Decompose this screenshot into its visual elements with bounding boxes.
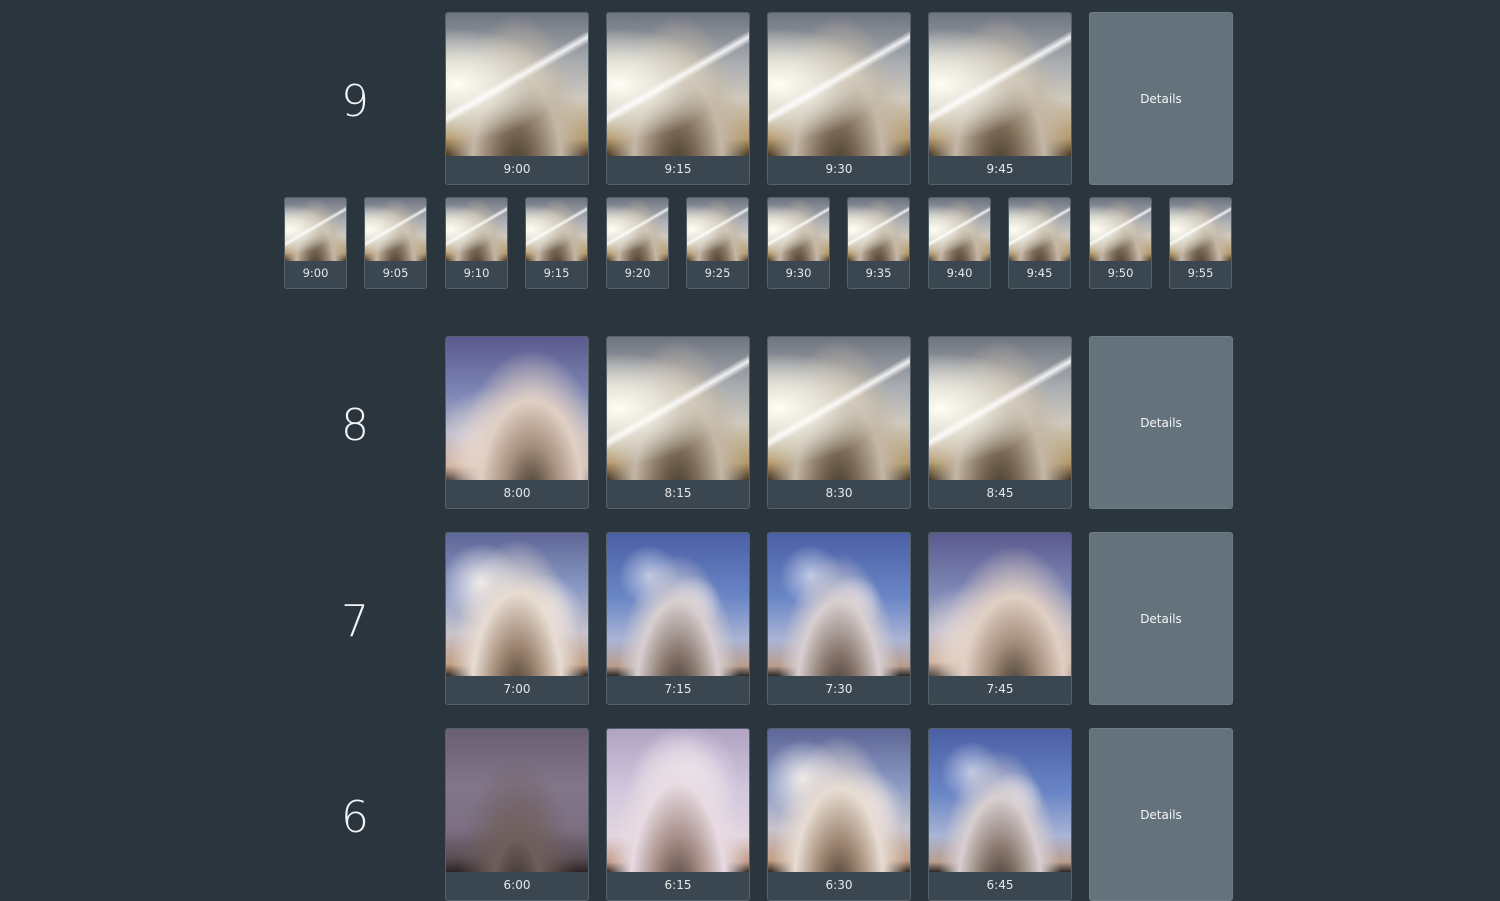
sky-image	[446, 533, 588, 676]
sky-image	[768, 337, 910, 480]
sky-image	[929, 533, 1071, 676]
thumbnail-7-15[interactable]: 7:15	[606, 532, 750, 705]
sky-image	[607, 533, 749, 676]
minute-thumbnail-9-05[interactable]: 9:05	[364, 197, 427, 289]
time-caption: 9:45	[1026, 266, 1053, 280]
minute-thumbnail-9-20[interactable]: 9:20	[606, 197, 669, 289]
time-caption: 9:00	[302, 266, 329, 280]
time-caption: 9:55	[1187, 266, 1214, 280]
time-caption: 6:45	[986, 878, 1014, 892]
minute-thumbnail-9-15[interactable]: 9:15	[525, 197, 588, 289]
sky-image	[285, 198, 346, 261]
thumbnail-9-15[interactable]: 9:15	[606, 12, 750, 185]
minute-thumbnail-9-25[interactable]: 9:25	[686, 197, 749, 289]
hour-label-7: 7	[341, 596, 369, 647]
hour-label-8: 8	[341, 400, 369, 451]
minute-thumbnail-9-10[interactable]: 9:10	[445, 197, 508, 289]
sky-image	[365, 198, 426, 261]
minute-thumbnail-9-45[interactable]: 9:45	[1008, 197, 1071, 289]
sky-image	[446, 198, 507, 261]
thumbnail-9-45[interactable]: 9:45	[928, 12, 1072, 185]
details-button-7[interactable]: Details	[1089, 532, 1233, 705]
time-caption: 9:50	[1107, 266, 1134, 280]
minute-thumbnail-9-30[interactable]: 9:30	[767, 197, 830, 289]
time-caption: 9:30	[785, 266, 812, 280]
minute-thumbnail-9-50[interactable]: 9:50	[1089, 197, 1152, 289]
details-button-8[interactable]: Details	[1089, 336, 1233, 509]
thumbnail-6-45[interactable]: 6:45	[928, 728, 1072, 901]
sky-image	[446, 337, 588, 480]
thumbnail-6-00[interactable]: 6:00	[445, 728, 589, 901]
sky-image	[929, 13, 1071, 156]
time-caption: 9:30	[825, 162, 853, 176]
time-caption: 6:00	[503, 878, 531, 892]
time-caption: 9:35	[865, 266, 892, 280]
time-caption: 9:45	[986, 162, 1014, 176]
sky-image	[768, 198, 829, 261]
thumbnail-9-00[interactable]: 9:00	[445, 12, 589, 185]
thumbnail-7-00[interactable]: 7:00	[445, 532, 589, 705]
sky-image	[607, 198, 668, 261]
minute-thumbnail-9-40[interactable]: 9:40	[928, 197, 991, 289]
sky-image	[929, 198, 990, 261]
sky-image	[607, 729, 749, 872]
sky-image	[929, 337, 1071, 480]
details-button-9[interactable]: Details	[1089, 12, 1233, 185]
time-caption: 8:30	[825, 486, 853, 500]
time-caption: 8:15	[664, 486, 692, 500]
thumbnail-7-30[interactable]: 7:30	[767, 532, 911, 705]
thumbnail-8-45[interactable]: 8:45	[928, 336, 1072, 509]
sky-image	[446, 729, 588, 872]
minute-thumbnail-9-35[interactable]: 9:35	[847, 197, 910, 289]
time-caption: 9:15	[664, 162, 692, 176]
time-caption: 6:15	[664, 878, 692, 892]
sky-image	[687, 198, 748, 261]
thumbnail-7-45[interactable]: 7:45	[928, 532, 1072, 705]
time-caption: 8:00	[503, 486, 531, 500]
sky-image	[768, 533, 910, 676]
hour-label-9: 9	[341, 76, 369, 127]
time-caption: 9:40	[946, 266, 973, 280]
thumbnail-8-15[interactable]: 8:15	[606, 336, 750, 509]
sky-image	[1009, 198, 1070, 261]
sky-image	[929, 729, 1071, 872]
hour-label-6: 6	[341, 792, 369, 843]
time-caption: 9:05	[382, 266, 409, 280]
thumbnail-6-30[interactable]: 6:30	[767, 728, 911, 901]
minute-thumbnail-9-00[interactable]: 9:00	[284, 197, 347, 289]
thumbnail-8-30[interactable]: 8:30	[767, 336, 911, 509]
time-caption: 9:10	[463, 266, 490, 280]
thumbnail-9-30[interactable]: 9:30	[767, 12, 911, 185]
time-caption: 6:30	[825, 878, 853, 892]
time-caption: 7:45	[986, 682, 1014, 696]
sky-image	[607, 337, 749, 480]
time-caption: 8:45	[986, 486, 1014, 500]
sky-image	[446, 13, 588, 156]
thumbnail-8-00[interactable]: 8:00	[445, 336, 589, 509]
time-caption: 9:15	[543, 266, 570, 280]
time-caption: 9:25	[704, 266, 731, 280]
time-caption: 7:00	[503, 682, 531, 696]
thumbnail-6-15[interactable]: 6:15	[606, 728, 750, 901]
time-caption: 7:15	[664, 682, 692, 696]
sky-image	[768, 13, 910, 156]
sky-image	[526, 198, 587, 261]
sky-image	[848, 198, 909, 261]
time-caption: 9:20	[624, 266, 651, 280]
sky-image	[607, 13, 749, 156]
sky-image	[1090, 198, 1151, 261]
time-caption: 7:30	[825, 682, 853, 696]
minute-thumbnail-9-55[interactable]: 9:55	[1169, 197, 1232, 289]
sky-image	[1170, 198, 1231, 261]
time-caption: 9:00	[503, 162, 531, 176]
details-button-6[interactable]: Details	[1089, 728, 1233, 901]
sky-image	[768, 729, 910, 872]
